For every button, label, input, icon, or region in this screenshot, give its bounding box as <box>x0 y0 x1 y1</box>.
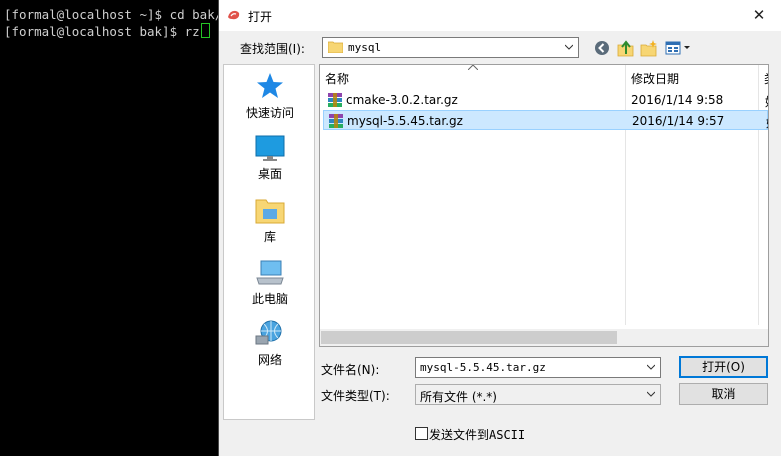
file-row[interactable]: cmake-3.0.2.tar.gz 2016/1/14 9:58 好 <box>323 90 768 110</box>
file-name-input[interactable]: mysql-5.5.45.tar.gz <box>415 357 661 378</box>
up-folder-icon[interactable] <box>617 39 634 57</box>
place-desktop[interactable]: 桌面 <box>224 135 316 182</box>
look-in-combo[interactable]: mysql <box>322 37 579 58</box>
file-name: cmake-3.0.2.tar.gz <box>346 93 458 107</box>
file-list[interactable]: 名称 修改日期 类 cmake-3.0.2.tar.gz 2016/1/14 9… <box>319 64 769 347</box>
library-icon <box>255 199 285 224</box>
terminal-line: [formal@localhost ~]$ cd bak/ <box>4 7 223 22</box>
file-type-select[interactable]: 所有文件 (*.*) <box>415 384 661 405</box>
file-date: 2016/1/14 9:58 <box>631 93 724 107</box>
column-header-date[interactable]: 修改日期 <box>631 70 679 87</box>
file-type: 好 <box>766 114 768 131</box>
file-type: 好 <box>765 93 768 110</box>
open-button[interactable]: 打开(O) <box>679 356 768 378</box>
place-network[interactable]: 网络 <box>224 319 316 368</box>
column-header-type[interactable]: 类 <box>764 70 768 87</box>
terminal-pane[interactable]: [formal@localhost ~]$ cd bak/ [formal@lo… <box>0 0 222 456</box>
horizontal-scrollbar[interactable] <box>320 329 768 346</box>
places-bar: 快速访问 桌面 库 此电脑 网络 <box>223 64 315 420</box>
place-label: 此电脑 <box>251 292 288 306</box>
place-label: 网络 <box>257 353 282 367</box>
winrar-archive-icon <box>328 93 342 107</box>
file-name-value: mysql-5.5.45.tar.gz <box>420 361 546 374</box>
place-this-pc[interactable]: 此电脑 <box>224 258 316 307</box>
sort-caret-icon <box>468 65 478 70</box>
back-icon[interactable] <box>594 39 610 57</box>
folder-icon <box>328 41 343 53</box>
chevron-down-icon[interactable] <box>647 363 655 371</box>
scrollbar-thumb[interactable] <box>321 331 617 344</box>
desktop-icon <box>255 135 285 161</box>
place-quick-access[interactable]: 快速访问 <box>224 72 316 121</box>
file-type-label: 文件类型(T): <box>321 389 390 403</box>
computer-icon <box>256 260 284 285</box>
dialog-titlebar: 打开 ✕ <box>219 0 781 31</box>
close-icon: ✕ <box>752 6 766 24</box>
look-in-label: 查找范围(I): <box>240 42 305 56</box>
file-date: 2016/1/14 9:57 <box>632 114 725 128</box>
chevron-down-icon[interactable] <box>647 390 655 398</box>
dialog-title: 打开 <box>248 10 273 24</box>
view-menu-icon[interactable] <box>665 39 691 57</box>
place-library[interactable]: 库 <box>224 196 316 245</box>
place-label: 快速访问 <box>245 106 294 120</box>
place-label: 桌面 <box>257 167 282 181</box>
look-in-value: mysql <box>348 41 382 54</box>
file-type-value: 所有文件 (*.*) <box>420 390 497 404</box>
send-ascii-label: 发送文件到ASCII <box>429 428 526 442</box>
terminal-line: [formal@localhost bak]$ rz <box>4 24 200 39</box>
column-header-row: 名称 修改日期 类 <box>320 65 768 89</box>
file-name: mysql-5.5.45.tar.gz <box>347 114 463 128</box>
app-shell-icon <box>228 10 240 20</box>
new-folder-icon[interactable] <box>640 39 658 57</box>
open-file-dialog: 打开 ✕ 查找范围(I): mysql 快速访问 桌面 库 此电脑 网络 名称 … <box>218 0 781 456</box>
place-label: 库 <box>263 230 276 244</box>
close-button[interactable]: ✕ <box>737 0 781 31</box>
star-icon <box>257 73 283 98</box>
file-row-selected[interactable]: mysql-5.5.45.tar.gz 2016/1/14 9:57 好 <box>323 110 768 130</box>
chevron-down-icon[interactable] <box>565 43 573 51</box>
network-icon <box>255 320 282 345</box>
file-name-label: 文件名(N): <box>321 363 380 377</box>
cancel-button[interactable]: 取消 <box>679 383 768 405</box>
winrar-archive-icon <box>329 114 343 128</box>
column-header-name[interactable]: 名称 <box>325 70 349 87</box>
send-ascii-checkbox[interactable] <box>415 427 428 440</box>
terminal-cursor <box>200 23 210 38</box>
